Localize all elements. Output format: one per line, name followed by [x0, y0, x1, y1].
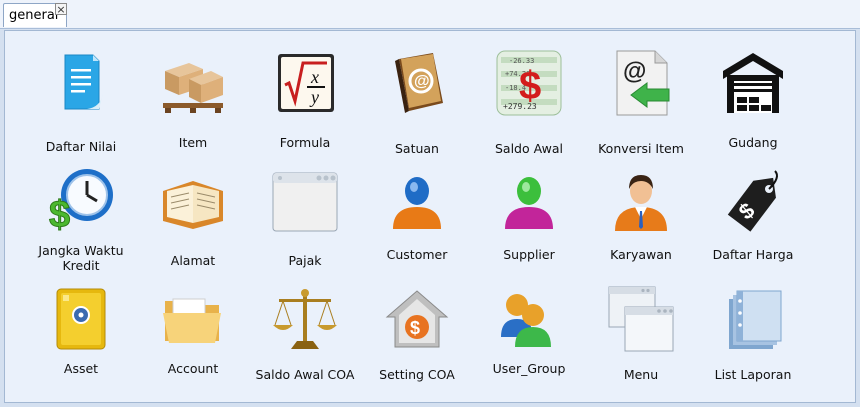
tile-user-group[interactable]: User_Group: [473, 283, 585, 401]
formula-icon: x y: [271, 49, 339, 117]
svg-text:$: $: [49, 194, 70, 235]
window-icon: [271, 167, 339, 235]
tile-label: Menu: [623, 367, 659, 382]
tile-karyawan[interactable]: Karyawan: [585, 165, 697, 283]
tile-label: Account: [167, 361, 219, 376]
tile-label: Formula: [279, 135, 331, 150]
svg-text:y: y: [309, 87, 319, 107]
tile-label: Satuan: [394, 141, 439, 156]
tile-supplier[interactable]: Supplier: [473, 165, 585, 283]
tile-label: Alamat: [170, 253, 216, 268]
boxes-pallet-icon: [159, 49, 227, 117]
tile-label: Karyawan: [610, 247, 672, 262]
tile-label: Item: [178, 135, 208, 150]
document-icon: [47, 49, 115, 117]
binders-icon: [719, 285, 787, 353]
tab-general[interactable]: general ×: [3, 3, 67, 27]
tile-saldo-awal-coa[interactable]: Saldo Awal COA: [249, 283, 361, 401]
open-book-icon: [159, 167, 227, 235]
icon-row: $ Jangka Waktu Kredit Alamat Pajak Custo…: [25, 165, 809, 283]
employee-icon: [607, 167, 675, 235]
tile-label: Supplier: [503, 247, 555, 262]
tile-customer[interactable]: Customer: [361, 165, 473, 283]
svg-text:$: $: [410, 318, 420, 338]
email-arrow-icon: @: [607, 49, 675, 117]
icon-row: Asset Account Saldo Awal COA $ Setting C…: [25, 283, 809, 401]
tile-daftar-harga[interactable]: $ Daftar Harga: [697, 165, 809, 283]
tile-konversi-item[interactable]: @ Konversi Item: [585, 47, 697, 165]
icon-row: Daftar Nilai Item x y Formula @ Satuan -…: [25, 47, 809, 165]
scales-icon: [271, 285, 339, 353]
svg-text:@: @: [623, 58, 646, 85]
tile-daftar-nilai[interactable]: Daftar Nilai: [25, 47, 137, 165]
safe-icon: [47, 285, 115, 353]
tile-satuan[interactable]: @ Satuan: [361, 47, 473, 165]
menu-panel: Daftar Nilai Item x y Formula @ Satuan -…: [4, 30, 856, 403]
tile-label: Asset: [63, 361, 99, 376]
svg-text:@: @: [414, 73, 430, 90]
tile-label: Saldo Awal COA: [255, 367, 355, 382]
price-tag-icon: $: [719, 167, 787, 235]
tile-label: Konversi Item: [598, 141, 684, 156]
tile-alamat[interactable]: Alamat: [137, 165, 249, 283]
close-icon[interactable]: ×: [55, 3, 67, 15]
tile-formula[interactable]: x y Formula: [249, 47, 361, 165]
tile-label: Pajak: [288, 253, 322, 268]
tile-saldo-awal[interactable]: -26.33 +74.26 -18.4 +279.23 $ Saldo Awal: [473, 47, 585, 165]
folder-icon: [159, 285, 227, 353]
tab-bar: general ×: [0, 0, 860, 29]
tile-label: Daftar Harga: [712, 247, 794, 262]
tile-label: Jangka Waktu Kredit: [38, 243, 124, 273]
tab-label: general: [9, 8, 59, 23]
icon-grid: Daftar Nilai Item x y Formula @ Satuan -…: [25, 47, 809, 401]
tile-label: List Laporan: [714, 367, 792, 382]
tile-menu[interactable]: Menu: [585, 283, 697, 401]
warehouse-icon: [719, 49, 787, 117]
clock-dollar-icon: $: [47, 167, 115, 235]
tile-jangka-waktu-kredit[interactable]: $ Jangka Waktu Kredit: [25, 165, 137, 283]
ledger-dollar-icon: -26.33 +74.26 -18.4 +279.23 $: [495, 49, 563, 117]
tile-asset[interactable]: Asset: [25, 283, 137, 401]
user-blue-icon: [383, 167, 451, 235]
tile-label: Daftar Nilai: [45, 139, 117, 154]
user-green-icon: [495, 167, 563, 235]
tile-label: Gudang: [728, 135, 778, 150]
tile-setting-coa[interactable]: $ Setting COA: [361, 283, 473, 401]
windows-stack-icon: [607, 285, 675, 353]
user-group-icon: [495, 285, 563, 353]
tile-item[interactable]: Item: [137, 47, 249, 165]
tile-label: Customer: [386, 247, 448, 262]
tile-account[interactable]: Account: [137, 283, 249, 401]
tile-gudang[interactable]: Gudang: [697, 47, 809, 165]
tile-label: Saldo Awal: [494, 141, 564, 156]
tile-pajak[interactable]: Pajak: [249, 165, 361, 283]
tile-label: Setting COA: [379, 367, 455, 382]
address-book-icon: @: [383, 49, 451, 117]
tile-list-laporan[interactable]: List Laporan: [697, 283, 809, 401]
house-dollar-icon: $: [383, 285, 451, 353]
svg-text:x: x: [310, 67, 319, 87]
svg-text:$: $: [519, 64, 541, 108]
tile-label: User_Group: [492, 361, 566, 376]
